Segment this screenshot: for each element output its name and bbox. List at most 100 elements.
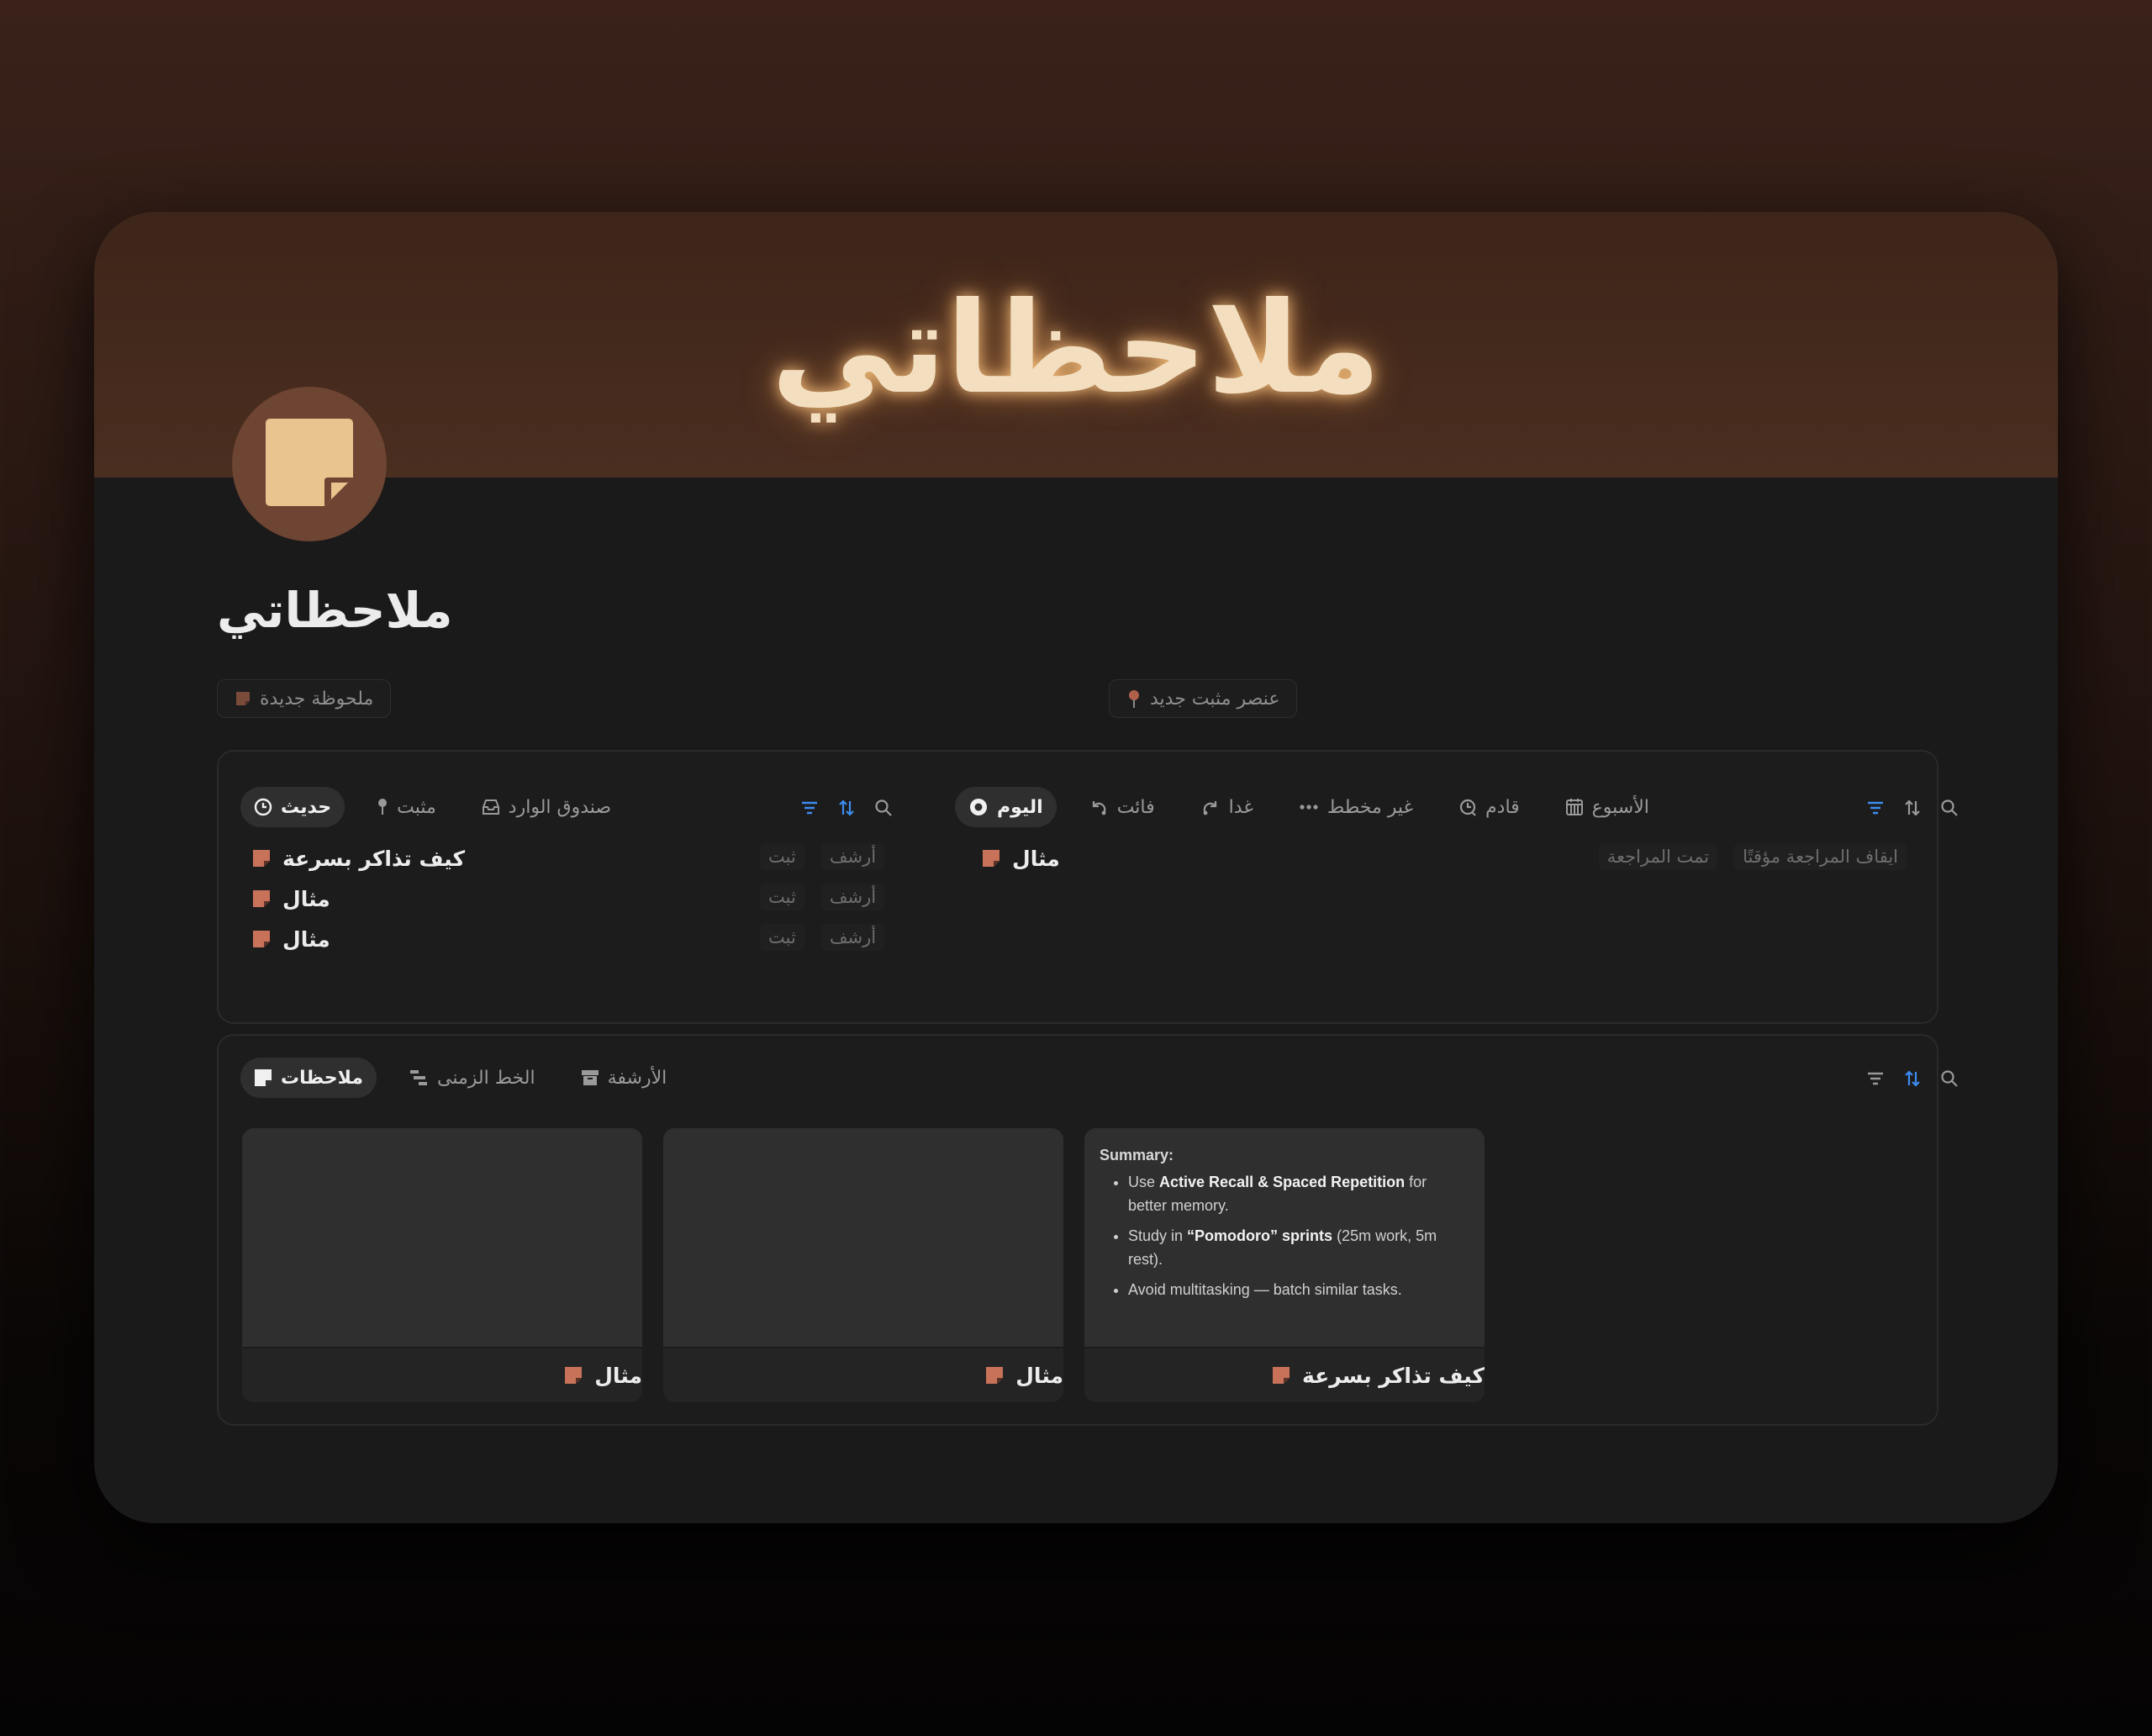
- left-tabs: صندوق الوارد مثبت حديث: [240, 787, 625, 827]
- tab-pinned[interactable]: مثبت: [363, 787, 450, 827]
- summary-item: Study in “Pomodoro” sprints (25m work, 5…: [1128, 1224, 1461, 1271]
- tab-archive-label: الأرشفة: [607, 1067, 667, 1089]
- new-note-label: ملحوظة جديدة: [260, 688, 374, 710]
- review-item-label: مثال: [1012, 846, 1060, 871]
- card-title-label: كيف تذاكر بسرعة: [1301, 1363, 1485, 1388]
- card-footer: كيف تذاكر بسرعة: [1084, 1347, 1485, 1402]
- gallery-tabs: الأرشفة الخط الزمنى ملاحظات: [240, 1058, 680, 1098]
- note-icon: [1272, 1367, 1290, 1384]
- summary-item: Avoid multitasking — batch similar tasks…: [1128, 1278, 1461, 1301]
- tab-notes-label: ملاحظات: [281, 1067, 363, 1089]
- tab-today-label: اليوم: [997, 796, 1043, 818]
- cover-title: ملاحظاتي: [771, 276, 1381, 422]
- card-footer: مثال: [663, 1347, 1063, 1402]
- inbox-icon: [482, 799, 499, 815]
- tab-inbox-label: صندوق الوارد: [508, 796, 612, 818]
- list-item[interactable]: مثال ثبت أرشف: [252, 882, 899, 915]
- card-preview: Summary: Use Active Recall & Spaced Repe…: [1084, 1128, 1485, 1347]
- sort-icon[interactable]: [1903, 1069, 1922, 1088]
- note-card[interactable]: Summary: Use Active Recall & Spaced Repe…: [1084, 1128, 1485, 1402]
- card-title[interactable]: مثال: [547, 1364, 642, 1388]
- pin-button[interactable]: ثبت: [760, 843, 804, 870]
- list-item[interactable]: كيف تذاكر بسرعة ثبت أرشف: [252, 842, 899, 875]
- note-icon: [236, 692, 250, 705]
- tab-upcoming[interactable]: قادم: [1445, 787, 1533, 827]
- archive-button[interactable]: أرشف: [820, 924, 885, 951]
- note-icon: [253, 931, 270, 947]
- filter-icon[interactable]: [1866, 800, 1885, 815]
- row-actions: ثبت أرشف: [760, 884, 885, 910]
- pin-icon: [1129, 690, 1139, 708]
- calendar-icon: [1565, 799, 1583, 815]
- pin-button[interactable]: ثبت: [760, 884, 804, 910]
- new-pinned-button[interactable]: عنصر مثبت جديد: [1109, 679, 1298, 718]
- card-title-label: مثال: [1015, 1363, 1063, 1388]
- list-item-label: مثال: [282, 926, 330, 952]
- note-icon: [565, 1367, 583, 1384]
- list-item-label: كيف تذاكر بسرعة: [282, 846, 466, 871]
- left-tools: [800, 799, 893, 817]
- pin-button[interactable]: ثبت: [760, 924, 804, 951]
- circle-dot-icon: [970, 799, 987, 815]
- tab-timeline-label: الخط الزمنى: [436, 1067, 535, 1089]
- sticky-note-icon: [266, 419, 353, 506]
- tab-inbox[interactable]: صندوق الوارد: [468, 787, 625, 827]
- card-preview: [242, 1128, 642, 1347]
- tab-recent[interactable]: حديث: [240, 787, 345, 827]
- tab-overdue-label: فائت: [1116, 796, 1155, 818]
- search-icon[interactable]: [1940, 799, 1959, 817]
- list-item[interactable]: مثال ثبت أرشف: [252, 922, 899, 956]
- tab-week[interactable]: الأسبوع: [1552, 787, 1663, 827]
- archive-button[interactable]: أرشف: [820, 884, 885, 910]
- list-item-title[interactable]: مثال: [252, 927, 330, 952]
- summary-item: Use Active Recall & Spaced Repetition fo…: [1128, 1170, 1461, 1217]
- pin-icon: [378, 799, 388, 815]
- card-footer: مثال: [242, 1347, 642, 1402]
- card-summary: Summary: Use Active Recall & Spaced Repe…: [1100, 1143, 1461, 1308]
- filter-icon[interactable]: [1866, 1071, 1885, 1086]
- list-item-title[interactable]: مثال: [252, 887, 330, 911]
- archive-button[interactable]: أرشف: [820, 843, 885, 870]
- card-title[interactable]: مثال: [968, 1364, 1063, 1388]
- timeline-icon: [409, 1070, 427, 1085]
- note-icon: [255, 1069, 272, 1086]
- new-pinned-label: عنصر مثبت جديد: [1150, 688, 1280, 710]
- sort-icon[interactable]: [1903, 799, 1922, 817]
- tab-unplanned[interactable]: غير مخطط: [1285, 787, 1427, 827]
- row-actions: ثبت أرشف: [760, 924, 885, 951]
- dots-icon: [1300, 805, 1318, 810]
- tab-week-label: الأسبوع: [1591, 796, 1649, 818]
- search-icon[interactable]: [874, 799, 893, 817]
- tab-upcoming-label: قادم: [1485, 796, 1520, 818]
- row-actions: ثبت أرشف: [760, 843, 885, 870]
- tab-timeline[interactable]: الخط الزمنى: [395, 1058, 549, 1098]
- review-item[interactable]: مثال تمت المراجعة ايقاف المراجعة مؤقتًا: [982, 842, 1915, 875]
- tab-tomorrow-label: غدا: [1228, 796, 1253, 818]
- tab-unplanned-label: غير مخطط: [1327, 796, 1414, 818]
- mark-reviewed-button[interactable]: تمت المراجعة: [1598, 843, 1718, 870]
- review-item-title[interactable]: مثال: [982, 847, 1060, 871]
- archive-icon: [581, 1070, 599, 1085]
- tab-tomorrow[interactable]: غدا: [1187, 787, 1267, 827]
- note-card[interactable]: مثال: [242, 1128, 642, 1402]
- page-icon[interactable]: [232, 387, 387, 541]
- list-item-label: مثال: [282, 886, 330, 911]
- note-icon: [253, 890, 270, 907]
- right-tools: [1866, 799, 1959, 817]
- new-note-button[interactable]: ملحوظة جديدة: [217, 679, 392, 718]
- filter-icon[interactable]: [800, 800, 819, 815]
- list-item-title[interactable]: كيف تذاكر بسرعة: [252, 847, 465, 871]
- note-card[interactable]: مثال: [663, 1128, 1063, 1402]
- tab-archive[interactable]: الأرشفة: [567, 1058, 681, 1098]
- tab-pinned-label: مثبت: [397, 796, 436, 818]
- pause-review-button[interactable]: ايقاف المراجعة مؤقتًا: [1734, 843, 1907, 870]
- tab-overdue[interactable]: فائت: [1075, 787, 1168, 827]
- search-icon[interactable]: [1940, 1069, 1959, 1088]
- page-frame: ملاحظاتي ملاحظاتي ملحوظة جديدة عنصر مثبت…: [94, 212, 2058, 1523]
- tab-notes[interactable]: ملاحظات: [240, 1058, 377, 1098]
- gallery-tools: [1866, 1069, 1959, 1088]
- sort-icon[interactable]: [837, 799, 856, 817]
- tab-recent-label: حديث: [281, 796, 332, 818]
- tab-today[interactable]: اليوم: [955, 787, 1057, 827]
- card-title[interactable]: كيف تذاكر بسرعة: [1255, 1364, 1485, 1388]
